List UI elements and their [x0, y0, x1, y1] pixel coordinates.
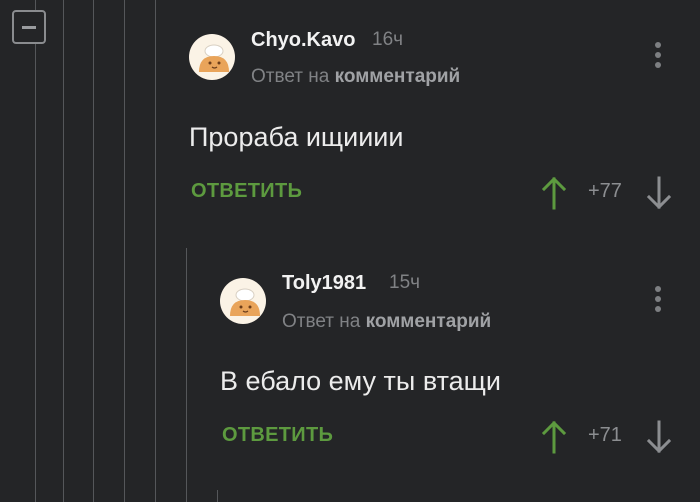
reply-prefix: Ответ на [282, 311, 361, 332]
comment-username[interactable]: Toly1981 [282, 272, 366, 295]
comment-time: 15ч [389, 272, 421, 293]
reply-link[interactable]: комментарий [366, 311, 492, 332]
reply-button[interactable]: ОТВЕТИТЬ [222, 424, 333, 447]
chef-avatar-icon[interactable] [220, 278, 266, 324]
more-options-icon[interactable] [654, 286, 662, 316]
comment-text: В ебало ему ты втащи [220, 366, 501, 396]
vote-score: +71 [588, 424, 622, 446]
upvote-arrow-icon[interactable] [541, 420, 567, 454]
reply-reference[interactable]: Ответ на комментарий [282, 311, 491, 333]
downvote-arrow-icon[interactable] [646, 420, 672, 454]
comment: Toly1981 15ч Ответ на комментарий В ебал… [0, 0, 700, 502]
